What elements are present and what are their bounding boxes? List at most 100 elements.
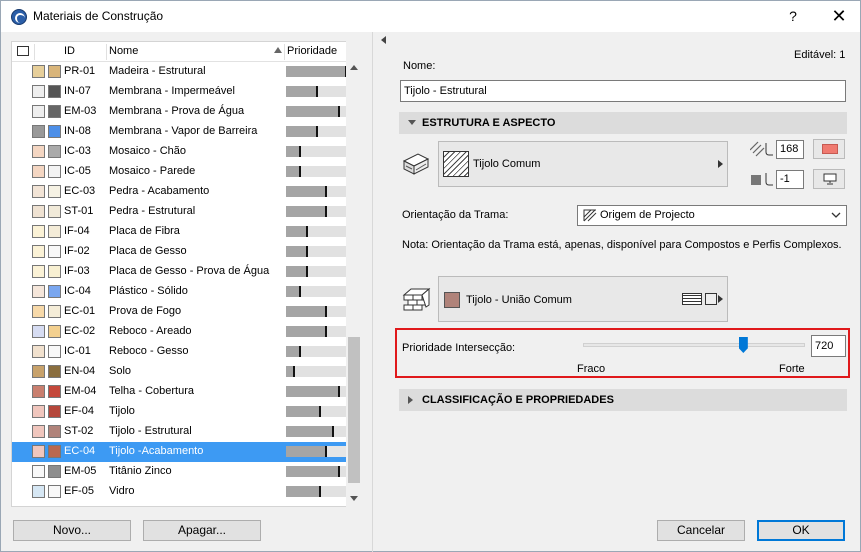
fill-pen-input[interactable]: 168 — [776, 140, 804, 159]
priority-bar-fill — [286, 206, 327, 217]
list-item[interactable]: IN-07 Membrana - Impermeável — [12, 82, 355, 102]
collapsed-arrow-icon — [408, 396, 413, 404]
list-item[interactable]: EC-04 Tijolo -Acabamento — [12, 442, 355, 462]
list-item[interactable]: IC-05 Mosaico - Parede — [12, 162, 355, 182]
list-item[interactable]: IF-03 Placa de Gesso - Prova de Água — [12, 262, 355, 282]
list-item[interactable]: EC-02 Reboco - Areado — [12, 322, 355, 342]
priority-bar — [286, 206, 351, 217]
material-id: IC-01 — [64, 345, 91, 357]
cut-fill-swatch — [48, 85, 61, 98]
priority-bar-marker — [338, 106, 341, 117]
material-id: ST-01 — [64, 205, 94, 217]
cut-fill-swatch — [48, 445, 61, 458]
list-item[interactable]: IC-03 Mosaico - Chão — [12, 142, 355, 162]
priority-bar-fill — [286, 426, 333, 437]
list-item[interactable]: ST-01 Pedra - Estrutural — [12, 202, 355, 222]
priority-bar — [286, 386, 351, 397]
surface-pattern-icon — [402, 151, 430, 177]
new-button[interactable]: Novo... — [13, 520, 131, 541]
priority-bar — [286, 126, 351, 137]
surface-swatch — [32, 105, 45, 118]
material-id: EC-01 — [64, 305, 96, 317]
surface-fill-picker[interactable]: Tijolo Comum — [438, 141, 728, 187]
help-button[interactable]: ? — [776, 1, 810, 32]
priority-highlight-box — [395, 328, 850, 378]
list-item[interactable]: IF-04 Placa de Fibra — [12, 222, 355, 242]
list-item[interactable]: EF-04 Tijolo — [12, 402, 355, 422]
cut-fill-swatch — [48, 385, 61, 398]
list-item[interactable]: IF-02 Placa de Gesso — [12, 242, 355, 262]
cut-fill-name: Tijolo - União Comum — [466, 294, 572, 306]
header-id[interactable]: ID — [64, 45, 75, 57]
surface-swatch — [32, 145, 45, 158]
section-classification-title: CLASSIFICAÇÃO E PROPRIEDADES — [422, 394, 614, 406]
material-id: EM-05 — [64, 465, 97, 477]
cut-fill-swatch — [48, 205, 61, 218]
background-pen-icon — [750, 171, 774, 187]
material-name: Placa de Gesso — [109, 245, 187, 257]
priority-bar-fill — [286, 86, 317, 97]
fill-column-icon[interactable] — [17, 46, 29, 56]
surface-swatch — [32, 185, 45, 198]
section-structure[interactable]: ESTRUTURA E ASPECTO — [399, 112, 847, 134]
list-item[interactable]: IC-04 Plástico - Sólido — [12, 282, 355, 302]
list-item[interactable]: IC-01 Reboco - Gesso — [12, 342, 355, 362]
cut-fill-swatch — [48, 365, 61, 378]
cancel-button[interactable]: Cancelar — [657, 520, 745, 541]
close-button[interactable]: ✕ — [819, 1, 859, 32]
scroll-up-icon[interactable] — [350, 65, 358, 70]
scroll-thumb[interactable] — [348, 337, 360, 483]
priority-bar — [286, 86, 351, 97]
pen-color-swatch — [822, 144, 838, 154]
surface-swatch — [32, 205, 45, 218]
priority-bar-marker — [331, 426, 334, 437]
list-item[interactable]: EC-03 Pedra - Acabamento — [12, 182, 355, 202]
surface-swatch — [32, 85, 45, 98]
scroll-down-icon[interactable] — [350, 496, 358, 501]
header-priority[interactable]: Prioridade — [287, 45, 337, 57]
list-item[interactable]: EF-05 Vidro — [12, 482, 355, 502]
list-item[interactable]: ST-02 Tijolo - Estrutural — [12, 422, 355, 442]
section-classification[interactable]: CLASSIFICAÇÃO E PROPRIEDADES — [399, 389, 847, 411]
list-item[interactable]: EM-03 Membrana - Prova de Água — [12, 102, 355, 122]
list-item[interactable]: PR-01 Madeira - Estrutural — [12, 62, 355, 82]
list-item[interactable]: EM-04 Telha - Cobertura — [12, 382, 355, 402]
material-id: IN-08 — [64, 125, 91, 137]
collapse-panel-icon[interactable] — [381, 36, 386, 44]
materials-list: ID Nome Prioridade PR-01 Madeira - Estrut… — [11, 41, 356, 507]
ok-button[interactable]: OK — [757, 520, 845, 541]
surface-swatch — [32, 125, 45, 138]
priority-bar-fill — [286, 126, 317, 137]
priority-bar — [286, 186, 351, 197]
material-id: EC-04 — [64, 445, 96, 457]
material-name: Pedra - Acabamento — [109, 185, 210, 197]
surface-swatch — [32, 325, 45, 338]
material-name: Plástico - Sólido — [109, 285, 188, 297]
panel-splitter[interactable] — [372, 32, 373, 552]
list-item[interactable]: EM-05 Titânio Zinco — [12, 462, 355, 482]
orientation-dropdown[interactable]: Origem de Projecto — [577, 205, 847, 226]
priority-bar-marker — [338, 466, 341, 477]
header-separator — [34, 44, 35, 60]
editable-count: Editável: 1 — [794, 49, 846, 61]
name-label: Nome: — [403, 60, 436, 72]
cut-fill-swatch — [48, 245, 61, 258]
cut-fill-picker[interactable]: Tijolo - União Comum — [438, 276, 728, 322]
list-item[interactable]: EC-01 Prova de Fogo — [12, 302, 355, 322]
priority-bar — [286, 486, 351, 497]
pen-color-button[interactable] — [813, 139, 845, 159]
list-item[interactable]: EN-04 Solo — [12, 362, 355, 382]
list-item[interactable]: IN-08 Membrana - Vapor de Barreira — [12, 122, 355, 142]
material-name: Tijolo — [109, 405, 135, 417]
picker-arrow-icon — [718, 295, 723, 303]
header-name[interactable]: Nome — [109, 45, 138, 57]
monitor-button[interactable] — [813, 169, 845, 189]
name-field[interactable]: Tijolo - Estrutural — [400, 80, 846, 102]
cut-fill-swatch — [48, 185, 61, 198]
cut-fill-swatch — [48, 405, 61, 418]
delete-button[interactable]: Apagar... — [143, 520, 261, 541]
sort-ascending-icon — [274, 47, 282, 53]
surface-swatch — [32, 385, 45, 398]
priority-bar-fill — [286, 186, 327, 197]
background-pen-input[interactable]: -1 — [776, 170, 804, 189]
